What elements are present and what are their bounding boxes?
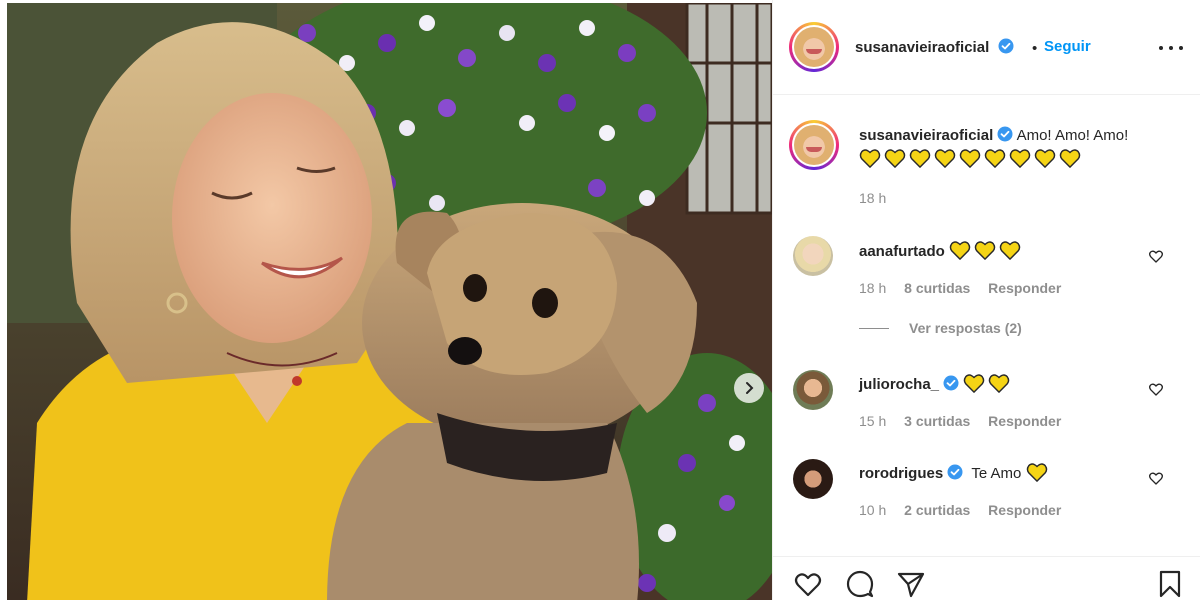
heart-outline-icon[interactable] [1148,470,1164,486]
yellow-heart-icon [934,149,956,168]
heart-outline-icon[interactable] [793,569,823,599]
comments-list: susanavieiraoficial Amo! Amo! Amo! 18 h … [773,96,1200,556]
post-photo [7,3,772,600]
caption-author-avatar[interactable] [789,120,839,170]
post-caption: susanavieiraoficial Amo! Amo! Amo! [859,124,1159,172]
caption-avatar-image [794,125,834,165]
yellow-heart-icon [1026,463,1047,482]
comment-icon[interactable] [845,569,875,599]
comment-avatar[interactable] [793,370,833,410]
author-username[interactable]: susanavieiraoficial [855,39,989,56]
replies-divider [859,327,889,329]
yellow-heart-icon [1009,149,1031,168]
comment-username[interactable]: aanafurtado [859,243,945,260]
yellow-heart-icon [988,374,1010,393]
heart-outline-icon[interactable] [1148,248,1164,264]
yellow-heart-icon [1034,149,1056,168]
author-avatar-image [794,27,834,67]
header-separator: • [1032,40,1038,57]
carousel-next-button[interactable] [734,373,764,403]
chevron-right-icon [746,382,754,394]
author-name-row: susanavieiraoficial [855,38,1014,57]
reply-button[interactable]: Responder [988,413,1061,429]
caption-time: 18 h [859,190,887,206]
comment-line: juliorocha_ [859,373,1013,393]
comment-username[interactable]: juliorocha_ [859,376,939,393]
verified-badge-icon [943,375,959,391]
comment-hearts [1026,462,1051,482]
post-details-panel: susanavieiraoficial • Seguir susanavieir… [772,0,1200,600]
photo-woman-with-dog [7,3,772,600]
comment-text: Te Amo [971,465,1022,482]
yellow-heart-icon [884,149,906,168]
comment-avatar[interactable] [793,459,833,499]
yellow-heart-icon [1059,149,1081,168]
yellow-heart-icon [999,241,1021,260]
caption-username[interactable]: susanavieiraoficial [859,127,993,144]
more-options-icon[interactable] [1159,38,1183,58]
author-avatar[interactable] [789,22,839,72]
reply-button[interactable]: Responder [988,280,1061,296]
yellow-heart-icon [909,149,931,168]
comment-line: rorodrigues Te Amo [859,462,1051,482]
post-actions-bar [773,556,1200,600]
comment-time: 18 h [859,280,887,296]
verified-badge-icon [947,464,963,480]
comment-line: aanafurtado [859,240,1024,260]
comment-likes[interactable]: 3 curtidas [904,413,970,429]
yellow-heart-icon [949,241,971,260]
comment-likes[interactable]: 8 curtidas [904,280,970,296]
verified-badge-icon [997,126,1013,142]
comment-time: 10 h [859,502,887,518]
caption-text: Amo! Amo! Amo! [1016,127,1129,144]
instagram-post: susanavieiraoficial • Seguir susanavieir… [0,0,1200,600]
yellow-heart-icon [974,241,996,260]
yellow-heart-icon [984,149,1006,168]
comment-meta: 18 h 8 curtidas Responder [859,280,1075,296]
comment-hearts [949,240,1024,260]
caption-meta: 18 h [859,190,900,206]
comment-meta: 10 h 2 curtidas Responder [859,502,1075,518]
yellow-heart-icon [963,374,985,393]
comment-avatar[interactable] [793,236,833,276]
yellow-heart-icon [859,149,881,168]
view-replies-label: Ver respostas (2) [909,320,1022,336]
bookmark-icon[interactable] [1155,569,1185,599]
follow-button[interactable]: Seguir [1044,38,1091,55]
comment-meta: 15 h 3 curtidas Responder [859,413,1075,429]
comment-time: 15 h [859,413,887,429]
post-header: susanavieiraoficial • Seguir [773,0,1200,95]
comment-username[interactable]: rorodrigues [859,465,943,482]
comment-hearts [963,373,1013,393]
verified-badge-icon [998,38,1014,54]
heart-outline-icon[interactable] [1148,381,1164,397]
comment-likes[interactable]: 2 curtidas [904,502,970,518]
caption-hearts [859,148,1084,172]
share-icon[interactable] [896,569,926,599]
reply-button[interactable]: Responder [988,502,1061,518]
yellow-heart-icon [959,149,981,168]
view-replies-button[interactable]: Ver respostas (2) [859,320,1022,336]
